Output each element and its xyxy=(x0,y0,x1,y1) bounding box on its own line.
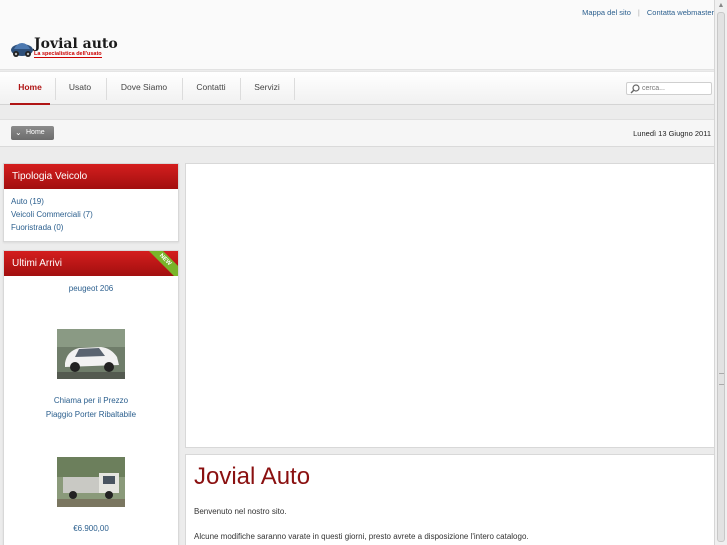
arrival-name-2[interactable]: Piaggio Porter Ribaltabile xyxy=(4,410,178,419)
nav-divider xyxy=(240,78,241,100)
ultimi-arrivi-header: Ultimi Arrivi NEW xyxy=(4,251,178,276)
sitemap-link[interactable]: Mappa del sito xyxy=(582,8,631,17)
nav-item-usato[interactable]: Usato xyxy=(60,72,100,105)
nav-divider xyxy=(106,78,107,100)
current-date: Lunedì 13 Giugno 2011 xyxy=(633,129,711,138)
main-content: Jovial Auto Benvenuto nel nostro sito. A… xyxy=(185,454,715,545)
search-box[interactable] xyxy=(626,82,712,95)
contact-webmaster-link[interactable]: Contatta webmaster xyxy=(647,8,714,17)
tipologia-item-fuoristrada[interactable]: Fuoristrada (0) xyxy=(11,221,171,234)
welcome-text: Benvenuto nel nostro sito. xyxy=(194,507,287,516)
breadcrumb-bar: ⌄ Home Lunedì 13 Giugno 2011 xyxy=(0,119,714,147)
arrival-price-2: €6.900,00 xyxy=(73,524,109,533)
car-photo-piaggio[interactable] xyxy=(57,457,125,507)
chevron-down-icon: ⌄ xyxy=(15,128,22,137)
tipologia-item-commerciali[interactable]: Veicoli Commerciali (7) xyxy=(11,208,171,221)
page-title: Jovial Auto xyxy=(194,463,311,490)
tipologia-item-auto[interactable]: Auto (19) xyxy=(11,195,171,208)
nav-divider xyxy=(294,78,295,100)
logo-title: Jovial auto xyxy=(34,36,118,52)
logo[interactable]: Jovial auto La specialistica dell'usato xyxy=(10,36,120,60)
top-links: Mappa del sito | Contatta webmaster xyxy=(582,8,714,17)
search-icon xyxy=(630,84,640,94)
search-input[interactable] xyxy=(642,83,710,94)
scroll-up-icon[interactable]: ▲ xyxy=(717,2,725,10)
arrival-name-1[interactable]: peugeot 206 xyxy=(4,284,178,293)
breadcrumb-home-button[interactable]: ⌄ Home xyxy=(11,126,54,140)
nav-divider xyxy=(182,78,183,100)
arrival-price-1: Chiama per il Prezzo xyxy=(53,396,129,405)
nav-item-home[interactable]: Home xyxy=(10,72,50,105)
breadcrumb-label: Home xyxy=(26,129,45,136)
tipologia-title: Tipologia Veicolo xyxy=(4,164,178,189)
ultimi-arrivi-box: Ultimi Arrivi NEW peugeot 206 Chiama per… xyxy=(3,250,179,545)
nav-item-servizi[interactable]: Servizi xyxy=(246,72,288,105)
nav-divider xyxy=(55,78,56,100)
main-nav: Home Usato Dove Siamo Contatti Servizi xyxy=(0,71,714,105)
main-banner xyxy=(185,163,715,448)
site-header: Mappa del sito | Contatta webmaster Jovial… xyxy=(0,0,714,70)
tipologia-veicolo-box: Tipologia Veicolo Auto (19) Veicoli Comm… xyxy=(3,163,179,242)
car-photo-peugeot[interactable] xyxy=(57,329,125,379)
nav-item-contatti[interactable]: Contatti xyxy=(188,72,234,105)
logo-subtitle: La specialistica dell'usato xyxy=(34,51,102,58)
nav-item-dove-siamo[interactable]: Dove Siamo xyxy=(112,72,176,105)
ultimi-arrivi-title: Ultimi Arrivi xyxy=(12,258,62,269)
notice-text: Alcune modifiche saranno varate in quest… xyxy=(194,532,529,541)
new-ribbon: NEW xyxy=(142,251,178,276)
vertical-scrollbar[interactable]: ▲ xyxy=(714,0,727,545)
scroll-grip-icon xyxy=(719,373,724,385)
scroll-thumb[interactable] xyxy=(717,12,725,542)
tipologia-list: Auto (19) Veicoli Commerciali (7) Fuoris… xyxy=(4,189,178,240)
link-separator: | xyxy=(637,8,640,17)
car-logo-icon xyxy=(11,43,33,57)
